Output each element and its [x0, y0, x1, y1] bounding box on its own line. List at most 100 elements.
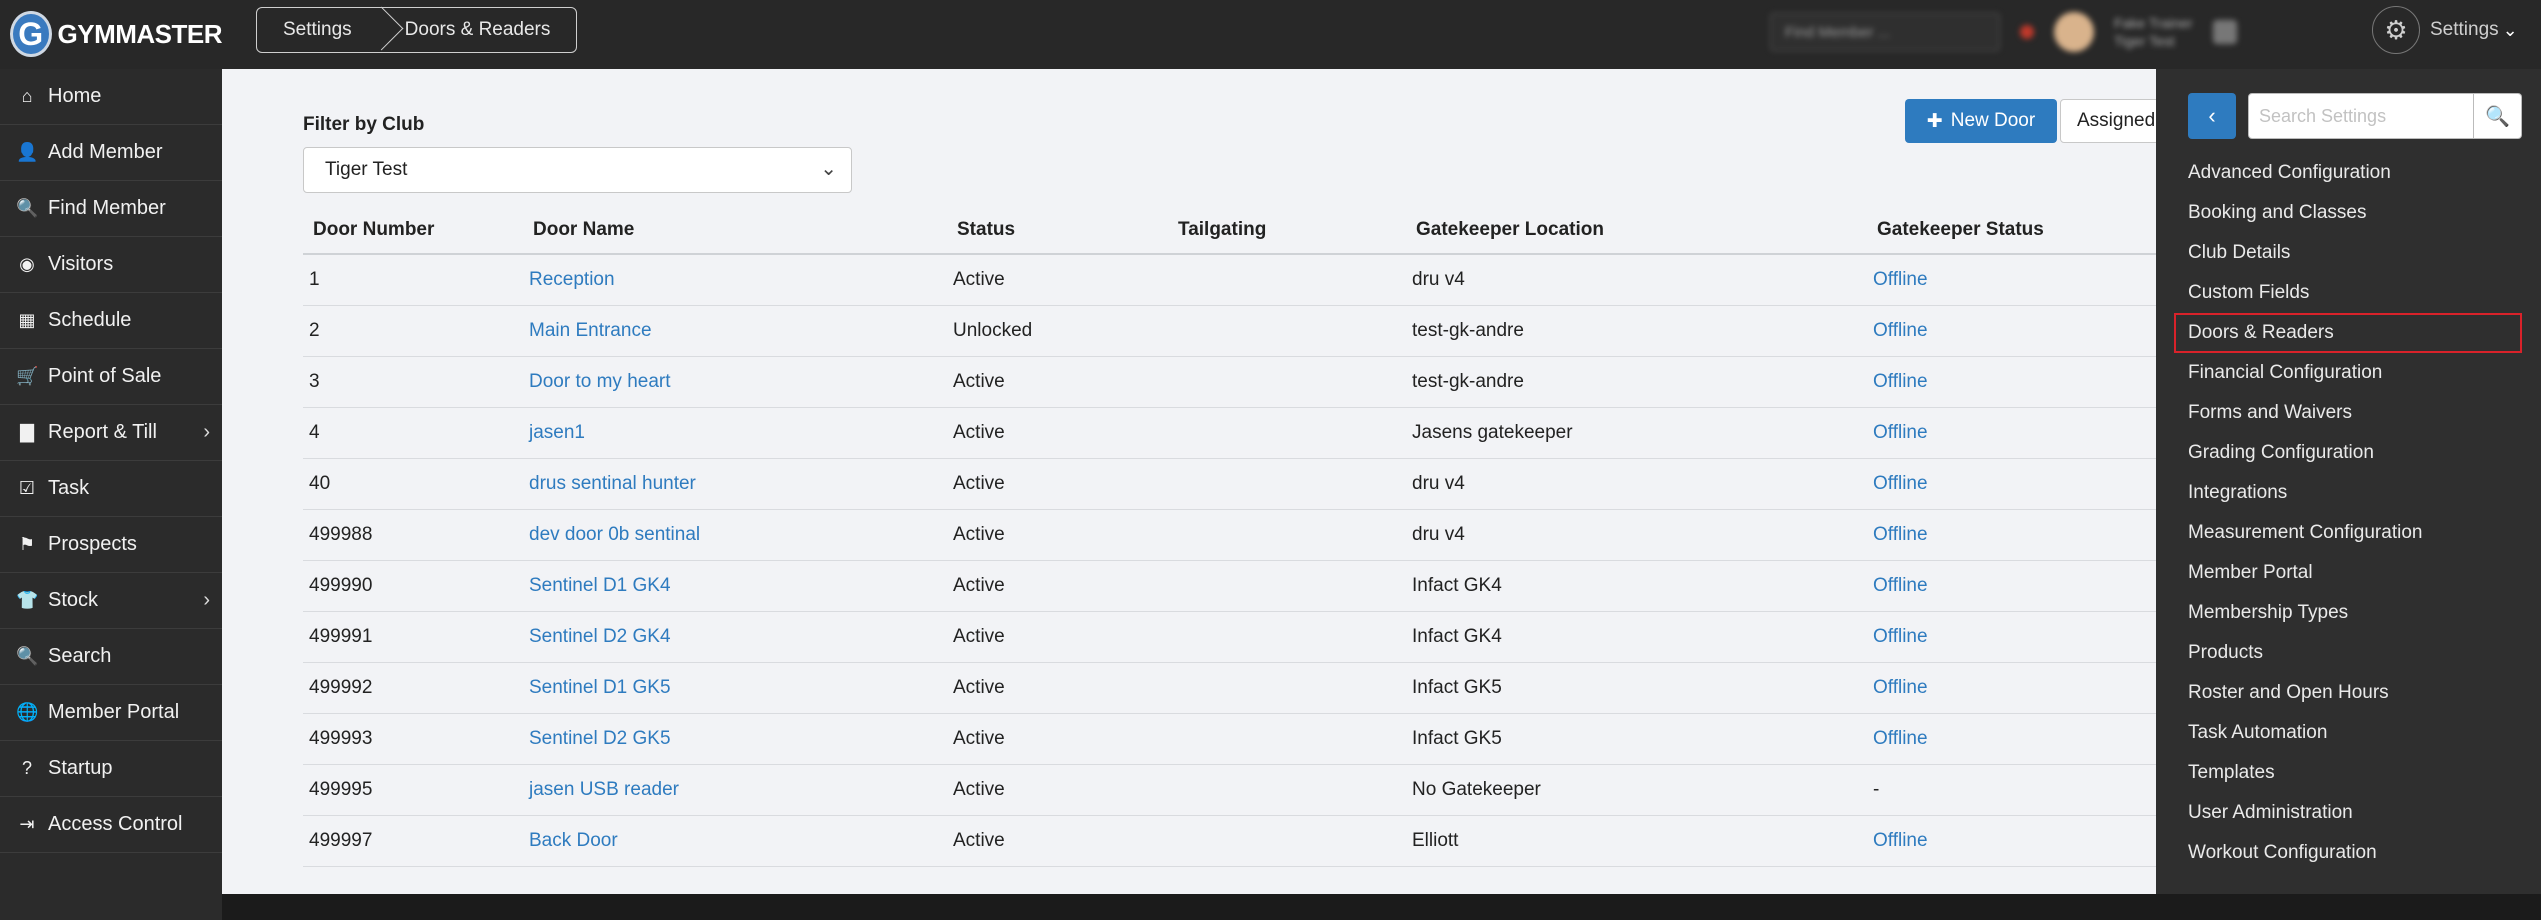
sidebar-item-search[interactable]: 🔍 Search	[0, 629, 222, 685]
sidebar-item-point-of-sale[interactable]: 🛒 Point of Sale	[0, 349, 222, 405]
door-name-link[interactable]: Door to my heart	[523, 356, 947, 408]
settings-item-templates[interactable]: Templates	[2174, 753, 2522, 793]
settings-item-roster-and-open-hours[interactable]: Roster and Open Hours	[2174, 673, 2522, 713]
member-search-input[interactable]: Find Member ...	[1770, 13, 2000, 51]
sidebar-item-task[interactable]: ☑ Task	[0, 461, 222, 517]
bell-icon[interactable]	[2212, 20, 2237, 44]
settings-item-forms-and-waivers[interactable]: Forms and Waivers	[2174, 393, 2522, 433]
checkbox-icon: ☑	[18, 478, 36, 498]
settings-item-task-automation[interactable]: Task Automation	[2174, 713, 2522, 753]
drawer-back-button[interactable]: ‹	[2188, 93, 2236, 139]
cell-door-number: 499997	[303, 815, 523, 867]
door-name-link[interactable]: Sentinel D1 GK4	[523, 560, 947, 612]
chevron-down-icon: ⌄	[820, 158, 837, 180]
assigned-button[interactable]: Assigned	[2060, 99, 2160, 143]
door-name-link[interactable]: dev door 0b sentinal	[523, 509, 947, 561]
settings-menu-toggle[interactable]: ⚙ Settings ⌄	[2372, 6, 2518, 54]
cell-status: Unlocked	[947, 305, 1168, 357]
breadcrumb: Settings Doors & Readers	[256, 7, 578, 53]
door-name-link[interactable]: Back Door	[523, 815, 947, 867]
sidebar-item-visitors[interactable]: ◉ Visitors	[0, 237, 222, 293]
settings-item-booking-and-classes[interactable]: Booking and Classes	[2174, 193, 2522, 233]
settings-item-membership-types[interactable]: Membership Types	[2174, 593, 2522, 633]
gatekeeper-status-link[interactable]: Offline	[1867, 560, 2203, 612]
settings-search-button[interactable]: 🔍	[2474, 93, 2522, 139]
column-header-tailgating[interactable]: Tailgating	[1168, 206, 1406, 255]
door-name-link[interactable]: Sentinel D2 GK5	[523, 713, 947, 765]
gymmaster-logo[interactable]: G GYMMASTER	[10, 6, 222, 62]
cell-gatekeeper-location: dru v4	[1406, 458, 1867, 510]
settings-item-workout-configuration[interactable]: Workout Configuration	[2174, 833, 2522, 873]
cell-door-number: 2	[303, 305, 523, 357]
gear-icon[interactable]: ⚙	[2372, 6, 2420, 54]
column-header-door-number[interactable]: Door Number	[303, 206, 523, 255]
settings-search-input[interactable]	[2248, 93, 2474, 139]
cell-door-number: 499991	[303, 611, 523, 663]
sidebar-item-prospects[interactable]: ⚑ Prospects	[0, 517, 222, 573]
gatekeeper-status-link[interactable]: Offline	[1867, 509, 2203, 561]
sidebar-item-schedule[interactable]: ▦ Schedule	[0, 293, 222, 349]
settings-item-custom-fields[interactable]: Custom Fields	[2174, 273, 2522, 313]
door-name-link[interactable]: Reception	[523, 254, 947, 306]
cell-door-number: 3	[303, 356, 523, 408]
cell-door-number: 1	[303, 254, 523, 306]
cell-tailgating	[1168, 662, 1406, 714]
gatekeeper-status-link[interactable]: Offline	[1867, 713, 2203, 765]
settings-item-user-administration[interactable]: User Administration	[2174, 793, 2522, 833]
sidebar-item-access-control[interactable]: ⇥ Access Control	[0, 797, 222, 853]
door-name-link[interactable]: drus sentinal hunter	[523, 458, 947, 510]
settings-item-grading-configuration[interactable]: Grading Configuration	[2174, 433, 2522, 473]
table-header-row: Door Number Door Name Status Tailgating …	[303, 206, 2203, 255]
settings-item-products[interactable]: Products	[2174, 633, 2522, 673]
gatekeeper-status-link[interactable]: Offline	[1867, 815, 2203, 867]
door-name-link[interactable]: Main Entrance	[523, 305, 947, 357]
globe-icon: 🌐	[16, 702, 39, 722]
new-door-button[interactable]: ✚ New Door	[1905, 99, 2057, 143]
door-name-link[interactable]: jasen USB reader	[523, 764, 947, 816]
settings-item-club-details[interactable]: Club Details	[2174, 233, 2522, 273]
sidebar-item-member-portal[interactable]: 🌐 Member Portal	[0, 685, 222, 741]
column-header-status[interactable]: Status	[947, 206, 1168, 255]
user-name[interactable]: Fake Trainer Tiger Test	[2114, 14, 2193, 50]
club-filter-select[interactable]: Tiger Test ⌄	[303, 147, 852, 193]
club-filter-value: Tiger Test	[325, 159, 408, 180]
breadcrumb-doors-readers[interactable]: Doors & Readers	[379, 8, 577, 52]
new-door-label: New Door	[1950, 110, 2036, 131]
sidebar-item-startup[interactable]: ? Startup	[0, 741, 222, 797]
settings-item-member-portal[interactable]: Member Portal	[2174, 553, 2522, 593]
sidebar-item-home[interactable]: ⌂ Home	[0, 69, 222, 125]
cell-tailgating	[1168, 611, 1406, 663]
column-header-door-name[interactable]: Door Name	[523, 206, 947, 255]
column-header-gatekeeper-location[interactable]: Gatekeeper Location	[1406, 206, 1867, 255]
sidebar-item-add-member[interactable]: 👤 Add Member	[0, 125, 222, 181]
cell-status: Active	[947, 254, 1168, 306]
gatekeeper-status-link[interactable]: Offline	[1867, 407, 2203, 459]
settings-item-integrations[interactable]: Integrations	[2174, 473, 2522, 513]
gatekeeper-status-link[interactable]: Offline	[1867, 611, 2203, 663]
logo-mark: G	[10, 11, 52, 57]
settings-item-measurement-configuration[interactable]: Measurement Configuration	[2174, 513, 2522, 553]
chevron-left-icon: ‹	[2208, 103, 2216, 128]
gatekeeper-status-link[interactable]: Offline	[1867, 662, 2203, 714]
cell-door-number: 499995	[303, 764, 523, 816]
cell-gatekeeper-location: Infact GK4	[1406, 611, 1867, 663]
settings-item-financial-configuration[interactable]: Financial Configuration	[2174, 353, 2522, 393]
assigned-label: Assigned	[2077, 110, 2156, 131]
avatar[interactable]	[2054, 12, 2094, 52]
door-name-link[interactable]: Sentinel D1 GK5	[523, 662, 947, 714]
sidebar-item-find-member[interactable]: 🔍 Find Member	[0, 181, 222, 237]
settings-item-doors-and-readers[interactable]: Doors & Readers	[2174, 313, 2522, 353]
settings-item-advanced-configuration[interactable]: Advanced Configuration	[2174, 153, 2522, 193]
door-name-link[interactable]: jasen1	[523, 407, 947, 459]
column-header-gatekeeper-status[interactable]: Gatekeeper Status	[1867, 206, 2203, 255]
gatekeeper-status-link[interactable]: Offline	[1867, 305, 2203, 357]
sidebar-item-report-and-till[interactable]: ▇ Report & Till ›	[0, 405, 222, 461]
cell-tailgating	[1168, 458, 1406, 510]
gatekeeper-status-link[interactable]: Offline	[1867, 356, 2203, 408]
gatekeeper-status-link[interactable]: Offline	[1867, 254, 2203, 306]
table-row: 499988 dev door 0b sentinal Active dru v4 Of…	[303, 509, 2203, 561]
door-name-link[interactable]: Sentinel D2 GK4	[523, 611, 947, 663]
gatekeeper-status-link[interactable]: Offline	[1867, 458, 2203, 510]
sidebar-item-stock[interactable]: 👕 Stock ›	[0, 573, 222, 629]
breadcrumb-settings[interactable]: Settings	[257, 8, 378, 52]
